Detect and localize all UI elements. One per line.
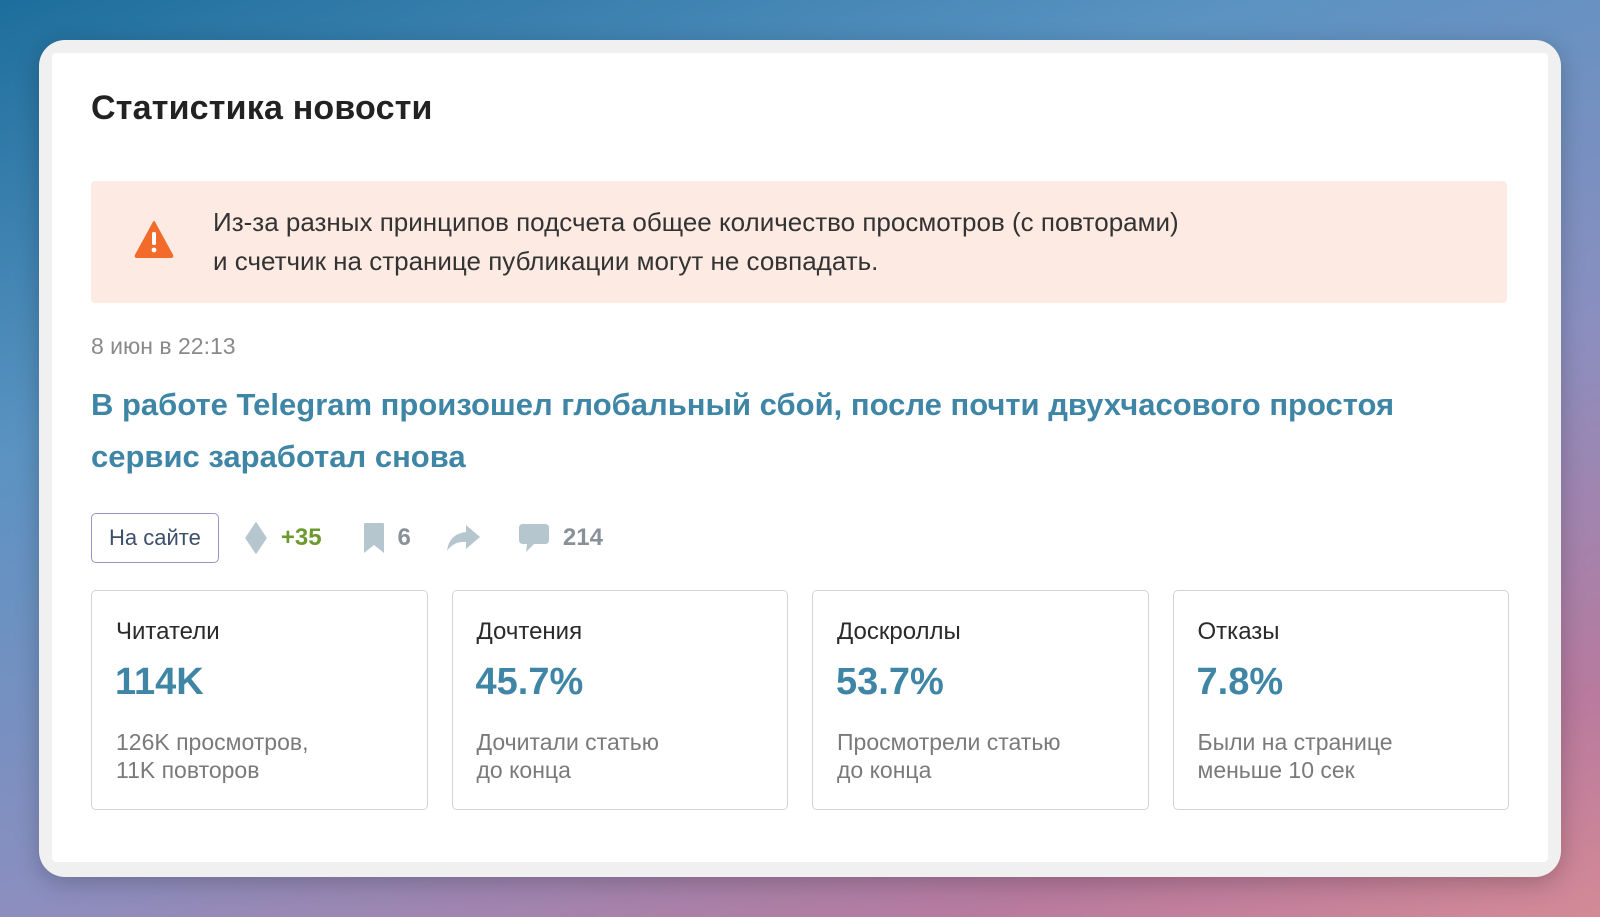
stat-note-line: Просмотрели статью — [837, 729, 1061, 755]
stat-card-bounces: Отказы 7.8% Были на странице меньше 10 с… — [1172, 590, 1509, 810]
stat-note-line: 126K просмотров, — [116, 729, 309, 755]
stat-label: Отказы — [1197, 618, 1280, 645]
stat-card-read-through: Дочтения 45.7% Дочитали статью до конца — [451, 590, 788, 810]
article-actions: На сайте +35 6 214 — [91, 513, 603, 563]
karma-counter[interactable]: +35 — [245, 522, 322, 554]
stat-value: 7.8% — [1196, 661, 1284, 703]
alert-text-line: Из-за разных принципов подсчета общее ко… — [213, 207, 1179, 237]
warning-icon — [133, 219, 175, 259]
stat-note: 126K просмотров, 11K повторов — [116, 728, 396, 784]
article-headline-link[interactable]: В работе Telegram произошел глобальный с… — [91, 379, 1491, 483]
on-site-button[interactable]: На сайте — [91, 513, 219, 563]
stat-value: 53.7% — [836, 661, 944, 703]
karma-value: +35 — [280, 524, 322, 551]
stat-card-scroll-through: Доскроллы 53.7% Просмотрели статью до ко… — [812, 590, 1149, 810]
rating-diamond-icon — [245, 522, 267, 554]
stat-note: Дочитали статью до конца — [477, 728, 757, 784]
comments-value: 214 — [562, 524, 603, 551]
stat-note-line: до конца — [837, 757, 932, 783]
stat-label: Дочтения — [476, 618, 583, 645]
stat-label: Доскроллы — [837, 618, 961, 645]
stat-label: Читатели — [116, 618, 220, 645]
comment-bubble-icon — [517, 522, 551, 554]
stat-note-line: до конца — [476, 757, 571, 783]
publication-date: 8 июн в 22:13 — [91, 333, 236, 359]
headline-line: В работе Telegram произошел глобальный с… — [91, 387, 1395, 422]
page-title: Статистика новости — [91, 89, 433, 127]
news-stats-panel: Статистика новости Из-за разных принципо… — [52, 53, 1548, 862]
stat-value: 114K — [115, 661, 204, 703]
stats-window: Статистика новости Из-за разных принципо… — [39, 40, 1561, 877]
bookmark-icon — [362, 522, 386, 554]
bookmarks-counter[interactable]: 6 — [362, 522, 411, 554]
warning-alert: Из-за разных принципов подсчета общее ко… — [91, 181, 1507, 303]
headline-line: сервис заработал снова — [91, 439, 466, 474]
stats-cards: Читатели 114K 126K просмотров, 11K повто… — [91, 590, 1509, 810]
stat-note-line: Были на странице — [1197, 729, 1393, 755]
share-arrow-icon — [445, 523, 481, 553]
stat-note-line: Дочитали статью — [476, 729, 660, 755]
stat-note-line: меньше 10 сек — [1197, 757, 1355, 783]
bookmarks-value: 6 — [397, 524, 411, 551]
stat-note-line: 11K повторов — [116, 757, 260, 783]
stat-value: 45.7% — [475, 661, 584, 703]
comments-counter[interactable]: 214 — [517, 522, 603, 554]
alert-text: Из-за разных принципов подсчета общее ко… — [213, 203, 1473, 281]
share-button[interactable] — [445, 523, 481, 553]
stat-note: Просмотрели статью до конца — [837, 728, 1117, 784]
stat-card-readers: Читатели 114K 126K просмотров, 11K повто… — [91, 590, 428, 810]
stat-note: Были на странице меньше 10 сек — [1198, 728, 1478, 784]
alert-text-line: и счетчик на странице публикации могут н… — [213, 246, 879, 276]
